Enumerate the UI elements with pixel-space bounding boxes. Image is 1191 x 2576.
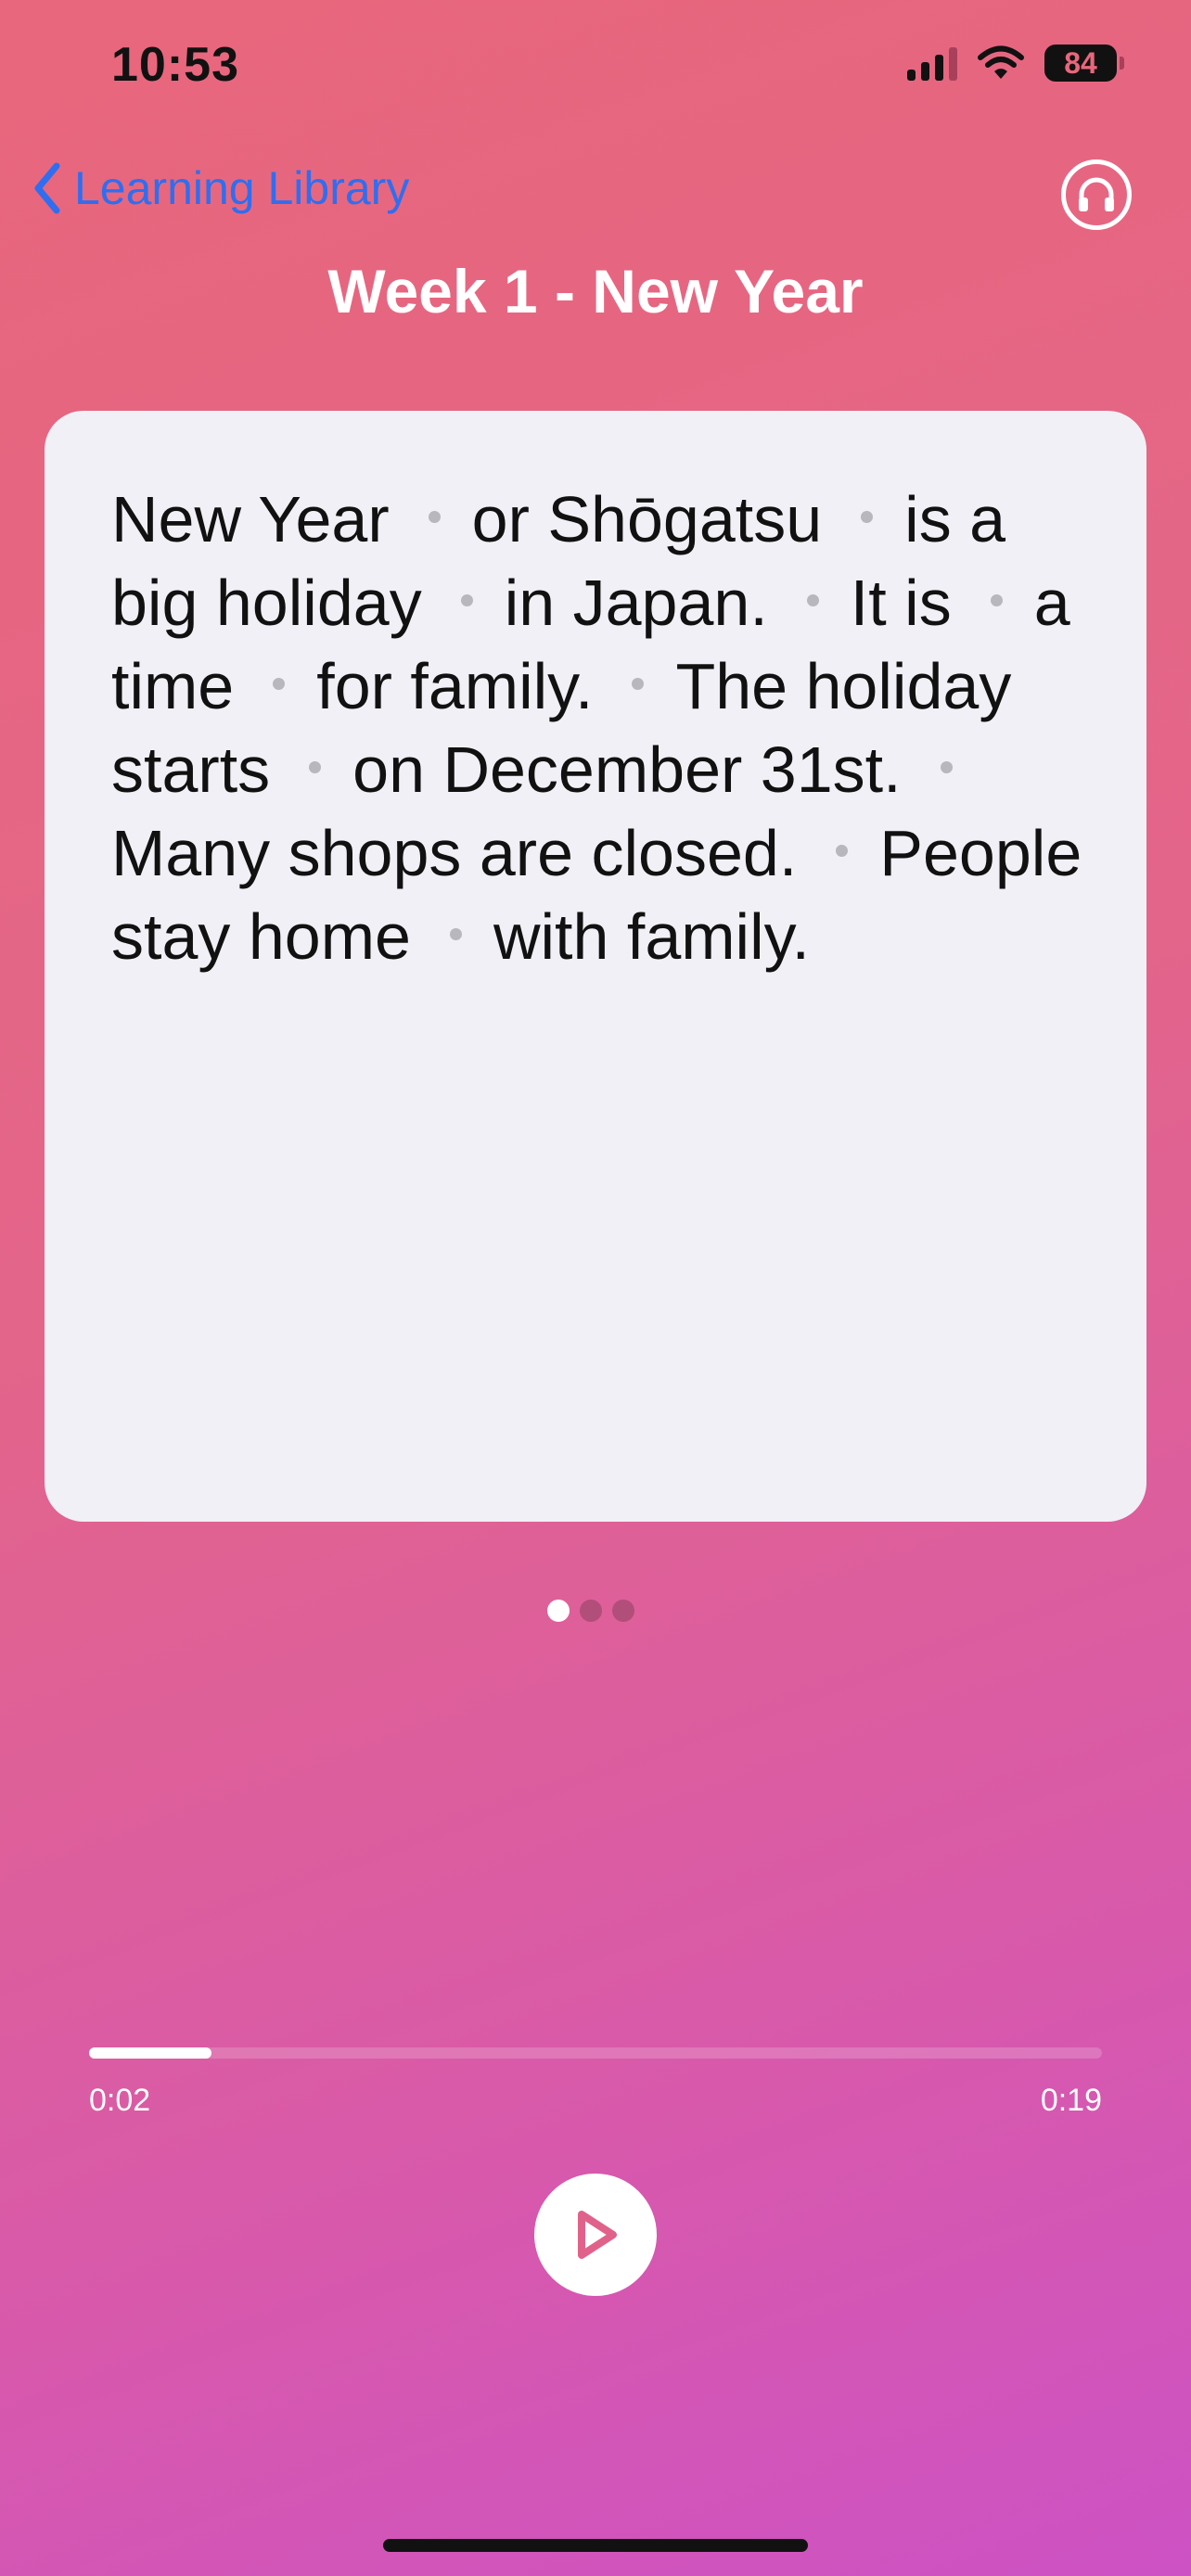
back-button[interactable]: Learning Library — [33, 161, 409, 215]
page-dot[interactable] — [547, 1600, 570, 1622]
passage-segment[interactable]: on December 31st. — [352, 733, 901, 806]
navigation-bar: Learning Library — [0, 139, 1191, 250]
passage-segment[interactable]: Many shops are closed. — [111, 817, 797, 889]
playback-progress-fill — [89, 2047, 211, 2059]
total-time: 0:19 — [1040, 2083, 1102, 2118]
elapsed-time: 0:02 — [89, 2083, 151, 2118]
status-time: 10:53 — [111, 38, 239, 92]
wifi-icon — [978, 45, 1024, 79]
segment-separator — [836, 845, 849, 858]
segment-separator — [806, 594, 819, 607]
status-icons: 84 — [907, 45, 1124, 82]
page-title: Week 1 - New Year — [327, 257, 864, 325]
passage-segment[interactable]: or Shōgatsu — [472, 483, 822, 555]
headphones-button[interactable] — [1061, 159, 1132, 230]
back-button-label: Learning Library — [74, 162, 410, 214]
play-icon — [578, 2211, 617, 2259]
passage-segment[interactable]: New Year — [111, 483, 390, 555]
passage-card: New Year or Shōgatsu is a big holiday in Ja… — [45, 411, 1146, 1522]
segment-separator — [990, 594, 1003, 607]
headphones-icon — [1079, 177, 1114, 211]
passage-segment[interactable]: for family. — [316, 650, 593, 722]
page-dot[interactable] — [580, 1600, 602, 1622]
home-indicator — [383, 2539, 808, 2552]
cellular-signal-icon — [907, 45, 957, 81]
segment-separator — [428, 511, 441, 524]
page-indicator[interactable] — [547, 1600, 634, 1622]
segment-separator — [861, 511, 874, 524]
segment-separator — [632, 678, 645, 691]
segment-separator — [940, 761, 953, 774]
status-bar: 10:53 84 — [0, 0, 1191, 139]
passage-segment[interactable]: It is — [851, 567, 952, 639]
passage-segment[interactable]: with family. — [493, 900, 810, 973]
passage-text: New Year or Shōgatsu is a big holiday in Ja… — [111, 478, 1095, 978]
page-dot[interactable] — [612, 1600, 634, 1622]
segment-separator — [449, 928, 462, 941]
passage-segment[interactable]: in Japan. — [505, 567, 768, 639]
battery-level: 84 — [1064, 45, 1097, 80]
playback-progress[interactable] — [89, 2047, 1102, 2059]
segment-separator — [273, 678, 286, 691]
battery-icon: 84 — [1044, 45, 1124, 82]
play-button[interactable] — [534, 2174, 657, 2296]
segment-separator — [460, 594, 473, 607]
chevron-left-icon — [34, 162, 60, 214]
segment-separator — [309, 761, 322, 774]
